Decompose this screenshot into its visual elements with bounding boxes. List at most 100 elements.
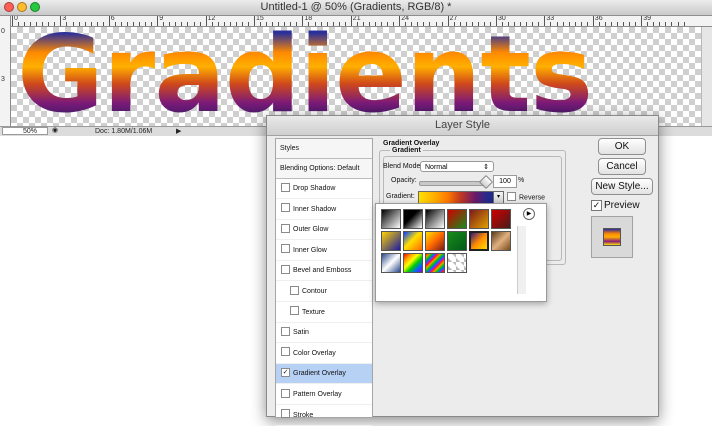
style-checkbox[interactable] — [281, 347, 290, 357]
ruler-minor-tick — [30, 22, 32, 26]
ruler-minor-tick — [387, 22, 389, 26]
vertical-ruler[interactable]: 03 — [0, 16, 11, 126]
ruler-minor-tick — [665, 22, 667, 26]
preview-checkbox-box[interactable]: ✓ — [591, 200, 602, 211]
ruler-minor-tick — [635, 22, 637, 26]
style-checkbox[interactable]: ✓ — [281, 368, 290, 378]
ruler-minor-tick — [145, 22, 147, 26]
gradient-preset-swatch[interactable] — [403, 209, 423, 229]
canvas[interactable]: Gradients — [11, 27, 701, 126]
gradient-preset-swatch[interactable] — [425, 231, 445, 251]
ruler-minor-tick — [683, 22, 685, 26]
gradient-preset-swatch[interactable] — [447, 209, 467, 229]
style-item-label: Satin — [293, 329, 309, 337]
gradient-preset-swatch[interactable] — [381, 231, 401, 251]
status-info-icon[interactable]: ◉ — [52, 127, 62, 135]
ruler-minor-tick — [617, 22, 618, 26]
style-item-inner-glow[interactable]: Inner Glow — [276, 241, 372, 261]
updown-arrow-icon: ⇕ — [483, 164, 489, 171]
gradient-preset-swatch[interactable] — [491, 231, 511, 251]
blending-options-item[interactable]: Blending Options: Default — [276, 159, 372, 179]
style-item-pattern-overlay[interactable]: Pattern Overlay — [276, 385, 372, 405]
ruler-minor-tick — [483, 22, 485, 26]
gradient-preset-swatch[interactable] — [425, 209, 445, 229]
style-item-stroke[interactable]: Stroke — [276, 406, 372, 426]
style-item-label: Contour — [302, 288, 327, 295]
ruler-minor-tick — [151, 22, 153, 26]
picker-menu-arrow-icon[interactable]: ▶ — [523, 208, 535, 220]
gradient-picker-popup: ▶ — [375, 203, 547, 302]
style-checkbox[interactable] — [281, 265, 290, 275]
style-item-satin[interactable]: Satin — [276, 323, 372, 344]
style-item-drop-shadow[interactable]: Drop Shadow — [276, 179, 372, 199]
style-item-contour[interactable]: Contour — [276, 282, 372, 302]
ruler-minor-tick — [477, 22, 479, 26]
ruler-minor-tick — [580, 22, 582, 26]
ruler-minor-tick — [508, 22, 510, 26]
ruler-minor-tick — [568, 22, 570, 26]
style-preview-swatch — [603, 228, 621, 246]
style-item-label: Color Overlay — [293, 349, 336, 357]
gradient-preset-swatch[interactable] — [447, 253, 467, 273]
ruler-minor-tick — [36, 22, 38, 26]
gradient-preset-swatch[interactable] — [381, 209, 401, 229]
picker-scrollbar[interactable] — [517, 226, 526, 294]
style-item-outer-glow[interactable]: Outer Glow — [276, 220, 372, 241]
ok-button[interactable]: OK — [598, 138, 646, 155]
ruler-minor-tick — [163, 22, 165, 26]
style-item-texture[interactable]: Texture — [276, 303, 372, 323]
ruler-major-tick — [447, 16, 449, 26]
gradient-preset-swatch[interactable] — [425, 253, 445, 273]
style-checkbox[interactable] — [290, 285, 299, 295]
ruler-minor-tick — [653, 22, 655, 26]
zoom-level-field[interactable]: 50% — [2, 127, 48, 135]
gradient-preset-swatch[interactable] — [403, 253, 423, 273]
preview-checkbox[interactable]: ✓ Preview — [591, 200, 640, 211]
style-checkbox[interactable] — [281, 388, 290, 398]
ruler-minor-tick — [405, 22, 407, 26]
style-item-inner-shadow[interactable]: Inner Shadow — [276, 200, 372, 220]
ruler-minor-tick — [435, 22, 437, 26]
opacity-input[interactable]: 100 — [493, 175, 517, 188]
reverse-checkbox-box[interactable] — [507, 192, 516, 201]
gradient-preset-swatch[interactable] — [469, 231, 489, 251]
vertical-scrollbar[interactable] — [701, 27, 712, 126]
gradient-preset-swatch[interactable] — [403, 231, 423, 251]
style-checkbox[interactable] — [281, 409, 290, 419]
styles-panel: Styles Blending Options: Default Drop Sh… — [275, 138, 373, 426]
style-checkbox[interactable] — [281, 182, 290, 192]
ruler-minor-tick — [175, 22, 177, 26]
cancel-button[interactable]: Cancel — [598, 158, 646, 175]
style-checkbox[interactable] — [281, 203, 290, 213]
style-item-color-overlay[interactable]: Color Overlay — [276, 344, 372, 364]
gradient-preset-swatch[interactable] — [469, 209, 489, 229]
gradient-preset-swatch[interactable] — [491, 209, 511, 229]
style-item-label: Inner Shadow — [293, 205, 337, 213]
ruler-minor-tick — [193, 22, 195, 26]
ruler-minor-tick — [532, 22, 534, 26]
ruler-minor-tick — [489, 22, 491, 26]
ruler-minor-tick — [429, 22, 431, 26]
status-menu-arrow-icon[interactable]: ▶ — [176, 127, 181, 136]
horizontal-ruler[interactable]: 0 3 6 9 12 15 18 21 24 27 30 33 36 39 — [10, 16, 712, 27]
style-item-gradient-overlay[interactable]: ✓ Gradient Overlay — [276, 364, 372, 385]
ruler-minor-tick — [272, 22, 274, 26]
style-checkbox[interactable] — [290, 306, 299, 316]
style-item-bevel-and-emboss[interactable]: Bevel and Emboss — [276, 261, 372, 282]
reverse-checkbox[interactable]: Reverse — [507, 192, 545, 202]
opacity-slider[interactable] — [419, 181, 488, 186]
style-checkbox[interactable] — [281, 223, 290, 233]
ruler-minor-tick — [308, 22, 310, 26]
styles-header[interactable]: Styles — [276, 139, 372, 159]
opacity-unit: % — [518, 177, 525, 184]
gradient-preset-swatch[interactable] — [447, 231, 467, 251]
ruler-minor-tick — [332, 22, 334, 26]
ruler-minor-tick — [199, 22, 201, 26]
new-style-button[interactable]: New Style... — [591, 178, 653, 195]
style-checkbox[interactable] — [281, 244, 290, 254]
blend-mode-select[interactable]: Normal ⇕ — [420, 161, 494, 172]
gradient-preset-swatch[interactable] — [381, 253, 401, 273]
ruler-minor-tick — [598, 22, 600, 26]
style-checkbox[interactable] — [281, 326, 290, 336]
ruler-minor-tick — [217, 22, 219, 26]
